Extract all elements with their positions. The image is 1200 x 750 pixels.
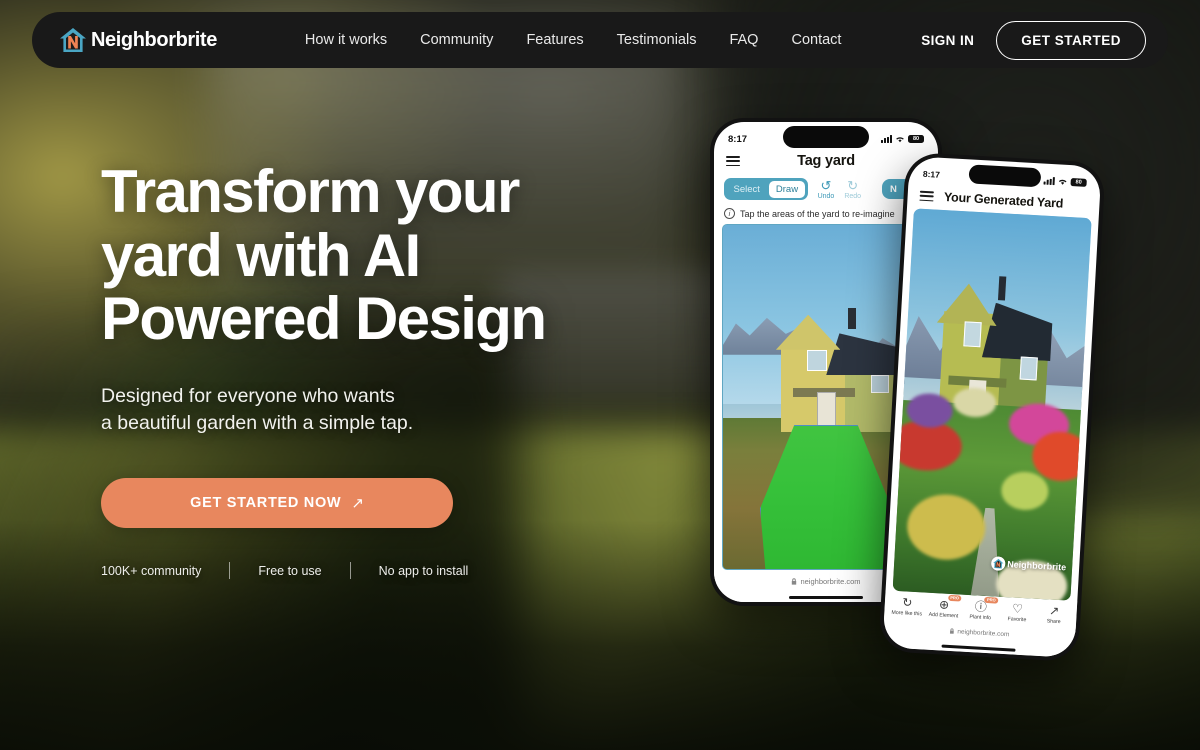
nav-actions: SIGN IN GET STARTED (921, 20, 1146, 60)
cellular-signal-icon (1043, 177, 1055, 186)
sign-in-link[interactable]: SIGN IN (921, 33, 974, 48)
phone-notch (968, 164, 1042, 188)
hero-subtitle: Designed for everyone who wants a beauti… (101, 383, 661, 438)
pro-badge: PRO (947, 594, 962, 602)
nav-link-testimonials[interactable]: Testimonials (617, 32, 697, 48)
undo-button[interactable]: ↺ Undo (818, 179, 835, 200)
app-header: Tag yard (714, 152, 938, 174)
get-started-now-button[interactable]: GET STARTED NOW ↗ (101, 478, 453, 529)
brand-logo[interactable]: Neighborbrite (58, 25, 217, 55)
headline-line-2: yard with AI (101, 221, 421, 289)
nav-link-features[interactable]: Features (526, 32, 583, 48)
nav-link-community[interactable]: Community (420, 32, 493, 48)
undo-label: Undo (817, 192, 835, 200)
stat-divider (349, 562, 351, 580)
favorite-label: Favorite (1007, 616, 1027, 624)
phone-mockup-generated-yard: 8:17 80 Your Generated Yard Neighborbrit… (878, 151, 1106, 663)
flower-cluster-orange (1030, 430, 1091, 483)
nav-links: How it works Community Features Testimon… (305, 32, 842, 48)
segment-select[interactable]: Select (727, 181, 767, 198)
nav-link-contact[interactable]: Contact (791, 32, 841, 48)
cta-label: GET STARTED NOW (190, 495, 342, 512)
status-time: 8:17 (728, 133, 748, 145)
add-element-button[interactable]: PRO ⊕ Add Element (927, 594, 962, 620)
stat-community: 100K+ community (101, 563, 202, 578)
add-element-label: Add Element (928, 611, 959, 620)
status-icons: 80 (881, 134, 924, 144)
stat-divider (229, 562, 231, 580)
nav-link-faq[interactable]: FAQ (729, 32, 758, 48)
segment-draw[interactable]: Draw (768, 180, 806, 198)
phone-notch (783, 126, 869, 148)
refresh-icon: ↻ (901, 595, 913, 610)
generated-yard-image[interactable]: Neighborbrite (892, 208, 1092, 601)
stat-free-to-use: Free to use (258, 563, 322, 578)
page-title: Transform your yard with AI Powered Desi… (101, 160, 661, 351)
house (775, 307, 901, 432)
watermark-label: Neighborbrite (1006, 559, 1067, 573)
house-n-logo-icon (990, 556, 1006, 571)
cellular-signal-icon (881, 135, 892, 143)
undo-icon: ↺ (820, 177, 832, 193)
url-text: neighborbrite.com (800, 576, 861, 586)
lock-icon (949, 628, 954, 634)
house-n-logo-icon (58, 25, 88, 55)
wifi-icon (1058, 179, 1067, 185)
info-hint-text: Tap the areas of the yard to re-imagine (740, 208, 895, 219)
pro-badge: PRO (984, 596, 999, 604)
grass-plume-front (905, 492, 987, 562)
arrow-up-right-icon: ↗ (351, 494, 364, 512)
headline-line-1: Transform your (101, 158, 520, 225)
redo-icon: ↻ (847, 177, 859, 193)
redo-button[interactable]: ↻ Redo (844, 179, 861, 200)
headline-line-3: Powered Design (101, 285, 547, 353)
wifi-icon (896, 137, 904, 143)
battery-icon: 80 (1070, 177, 1087, 188)
share-button[interactable]: ↗ Share (1038, 604, 1071, 626)
subtitle-line-2: a beautiful garden with a simple tap. (101, 412, 414, 435)
share-label: Share (1046, 618, 1061, 626)
get-started-button[interactable]: GET STARTED (996, 20, 1146, 60)
more-like-this-label: More like this (891, 609, 923, 618)
stat-no-app: No app to install (378, 563, 469, 578)
phone-mockups: 8:17 80 Tag yard Select Draw ↺ Undo ↻ Re… (700, 100, 1120, 680)
brand-name: Neighborbrite (91, 29, 217, 51)
battery-icon: 80 (908, 134, 924, 144)
status-icons: 80 (1043, 176, 1087, 188)
heart-icon: ♡ (1011, 601, 1024, 617)
more-like-this-button[interactable]: ↻ More like this (891, 595, 924, 618)
favorite-button[interactable]: ♡ Favorite (1001, 601, 1034, 624)
status-time: 8:17 (922, 168, 941, 180)
share-icon: ↗ (1048, 603, 1060, 619)
url-text: neighborbrite.com (957, 627, 1010, 638)
phone-screen: 8:17 80 Your Generated Yard Neighborbrit… (882, 156, 1102, 658)
hero-section: Transform your yard with AI Powered Desi… (101, 160, 661, 580)
subtitle-line-1: Designed for everyone who wants (101, 384, 395, 407)
lock-icon (792, 577, 797, 585)
plant-info-button[interactable]: PRO ⓘ Plant info (964, 596, 999, 622)
hero-stats: 100K+ community Free to use No app to in… (101, 562, 661, 580)
select-draw-toggle[interactable]: Select Draw (724, 178, 808, 201)
plus-circle-icon: ⊕ (938, 597, 950, 612)
plant-info-label: Plant info (969, 614, 992, 622)
flower-cluster-cream (952, 387, 997, 419)
nav-link-how-it-works[interactable]: How it works (305, 32, 387, 48)
redo-label: Redo (844, 192, 862, 200)
top-navigation-bar: Neighborbrite How it works Community Fea… (32, 12, 1168, 68)
app-screen-title: Tag yard (797, 153, 855, 170)
info-circle-icon: i (724, 208, 735, 220)
foliage-cluster (1000, 470, 1049, 512)
